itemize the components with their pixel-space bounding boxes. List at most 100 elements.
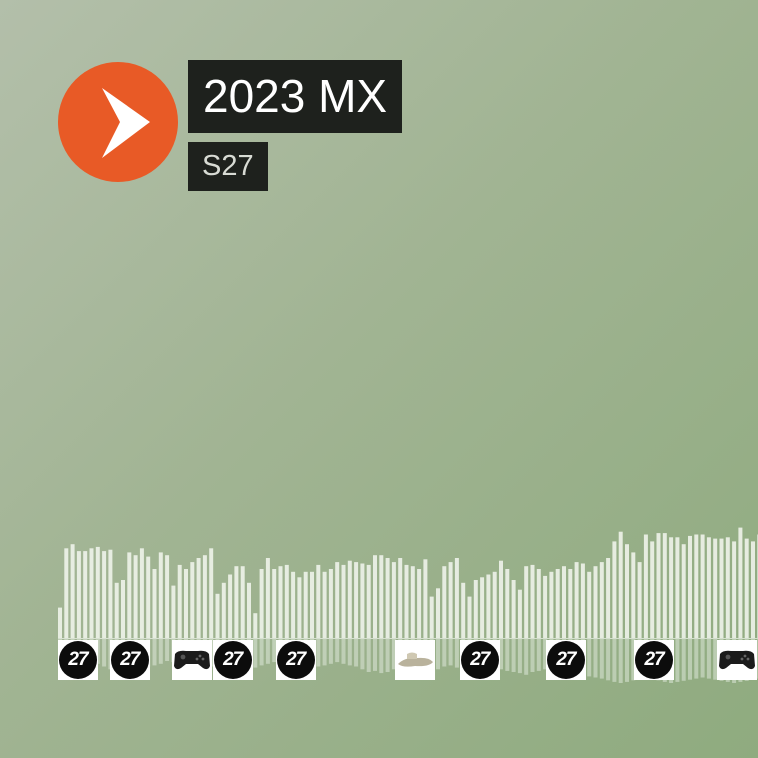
waveform-reflection-bar — [587, 639, 592, 677]
waveform-reflection-bar — [316, 639, 321, 667]
comment-avatar-gamepad[interactable] — [172, 640, 213, 680]
waveform-bar — [228, 574, 233, 638]
waveform-bar — [310, 571, 314, 638]
waveform-bar — [385, 558, 390, 638]
waveform-bar — [102, 551, 107, 638]
waveform-bar — [505, 569, 510, 638]
waveform-bar — [171, 585, 176, 638]
avatar-badge: 27 — [59, 641, 97, 679]
waveform-bar — [669, 537, 674, 638]
waveform-bar — [366, 564, 371, 638]
waveform-bar — [656, 533, 661, 638]
waveform-bar — [650, 541, 655, 638]
waveform-reflection-bar — [700, 639, 705, 678]
waveform-bar — [328, 569, 333, 638]
waveform-bar — [64, 548, 69, 638]
waveform-bar — [480, 577, 485, 638]
waveform-reflection-bar — [694, 639, 699, 679]
waveform-bar — [253, 613, 258, 638]
waveform-reflection-bar — [517, 639, 522, 674]
waveform-bar — [373, 555, 377, 638]
waveform-bar — [580, 563, 585, 638]
waveform-bar — [158, 552, 163, 638]
comment-avatar-slipper[interactable] — [394, 640, 435, 680]
waveform-bar — [190, 562, 195, 638]
comment-avatar[interactable]: 27 — [459, 640, 500, 680]
waveform-reflection-bar — [373, 639, 377, 671]
waveform-bar — [89, 548, 94, 638]
comment-avatar[interactable]: 27 — [109, 640, 150, 680]
waveform-reflection-bar — [618, 639, 623, 683]
waveform-bar — [631, 552, 636, 638]
waveform-bar — [719, 538, 724, 638]
waveform-bar — [618, 531, 623, 638]
comment-avatar-gamepad[interactable] — [716, 640, 757, 680]
waveform-bar — [341, 564, 346, 638]
waveform-bar — [83, 551, 88, 638]
waveform-reflection-bar — [530, 639, 535, 672]
waveform-bar — [95, 546, 100, 638]
waveform-bar — [562, 566, 566, 638]
waveform-reflection-bar — [341, 639, 346, 664]
waveform-reflection-bar — [442, 639, 447, 667]
waveform-reflection-bar — [599, 639, 604, 679]
comment-avatar[interactable]: 27 — [58, 640, 98, 680]
comment-avatar[interactable]: 27 — [545, 640, 586, 680]
waveform-bar — [133, 555, 138, 638]
waveform-reflection-bar — [152, 639, 157, 666]
waveform-reflection-bar — [706, 639, 711, 679]
track-title[interactable]: 2023 MX — [188, 60, 403, 133]
waveform-bar — [76, 551, 81, 638]
waveform-reflection-bar — [385, 639, 390, 672]
avatar-badge: 27 — [110, 641, 149, 679]
waveform-bar — [725, 537, 730, 638]
waveform-reflection-bar — [606, 639, 611, 681]
waveform-bar — [259, 569, 264, 638]
waveform-bar — [555, 569, 560, 638]
waveform-bar — [70, 544, 75, 638]
waveform-bar — [662, 533, 667, 638]
comment-avatar[interactable]: 27 — [212, 640, 253, 680]
waveform-reflection-bar — [448, 639, 453, 666]
waveform-reflection-bar — [454, 639, 459, 668]
waveform-bar — [121, 580, 125, 638]
waveform-bar — [379, 555, 384, 638]
waveform-bar — [688, 535, 692, 638]
waveform-bar — [700, 534, 705, 638]
gamepad-icon — [718, 650, 755, 670]
waveform-bar — [354, 562, 359, 638]
waveform-bar — [240, 566, 245, 638]
avatar-badge: 27 — [546, 641, 585, 679]
waveform-bar — [751, 541, 755, 638]
waveform-bar — [347, 560, 352, 638]
waveform-bar — [410, 566, 415, 638]
waveform-bar — [127, 552, 132, 638]
waveform-bar — [536, 569, 541, 638]
waveform-bar — [612, 541, 617, 638]
waveform-bar — [448, 562, 453, 638]
waveform-bar — [467, 596, 472, 638]
waveform-bar — [196, 558, 201, 638]
waveform-bar — [587, 571, 592, 638]
track-artist[interactable]: S27 — [188, 142, 268, 191]
comment-avatar[interactable]: 27 — [634, 640, 675, 680]
waveform-bar — [398, 558, 403, 638]
waveform-reflection-bar — [360, 639, 365, 670]
waveform-bar — [694, 534, 699, 638]
gamepad-icon — [174, 650, 211, 670]
waveform-bar — [738, 527, 743, 638]
play-button[interactable] — [58, 62, 178, 182]
waveform-bar — [473, 580, 478, 638]
waveform-bar — [524, 566, 529, 638]
waveform-bar — [234, 566, 239, 638]
waveform-bar — [284, 564, 289, 638]
waveform-bar — [209, 548, 214, 638]
comment-avatar[interactable]: 27 — [275, 640, 316, 680]
waveform-bar — [184, 569, 188, 638]
waveform-bar — [574, 562, 579, 638]
waveform-reflection-bar — [524, 639, 529, 675]
waveform-bar — [492, 571, 497, 638]
waveform-bar — [247, 582, 251, 638]
waveform-bar — [114, 582, 119, 638]
waveform-bar — [322, 571, 327, 638]
